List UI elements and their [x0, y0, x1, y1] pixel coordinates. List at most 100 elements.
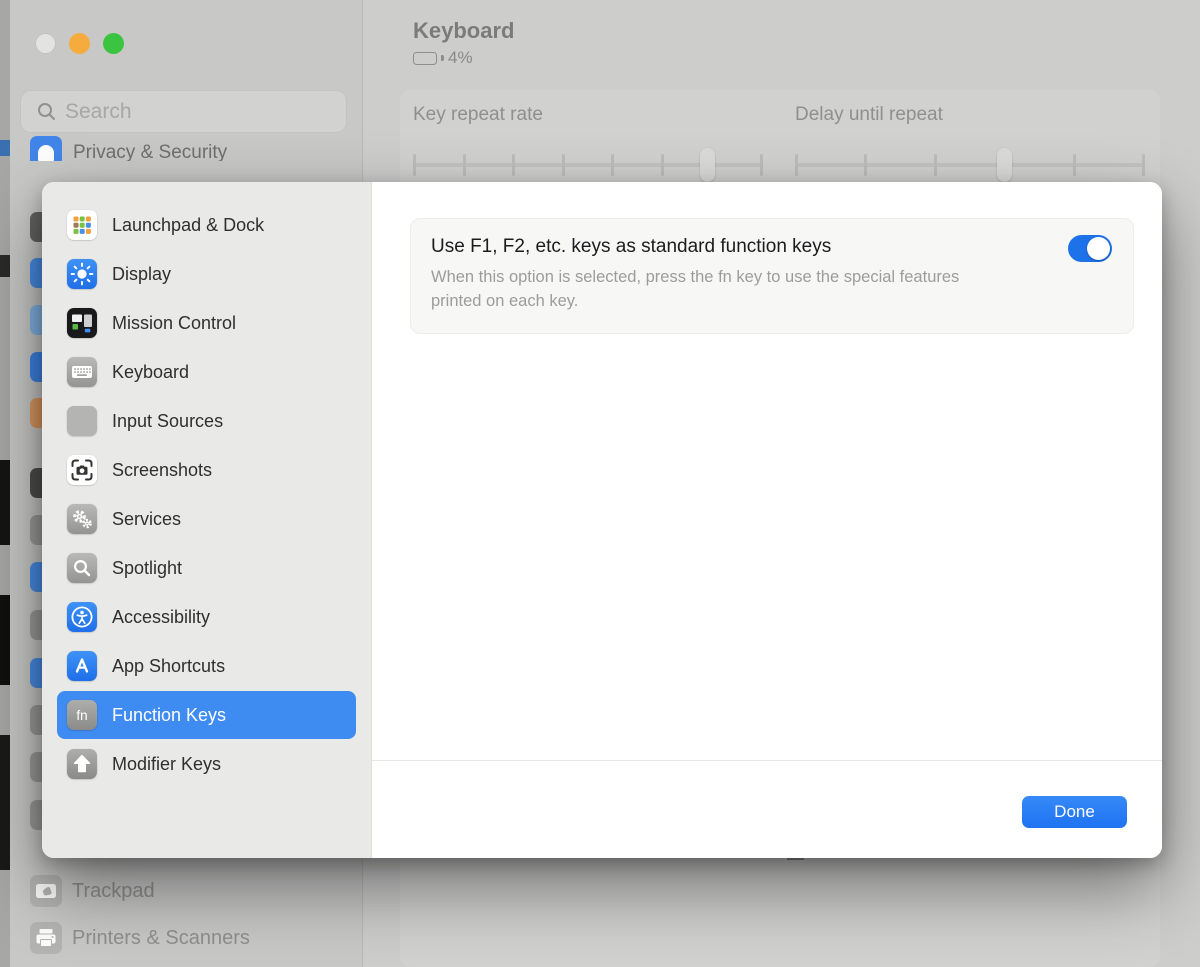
battery-percent: 4% — [448, 48, 473, 68]
slider-tick — [795, 154, 798, 176]
desktop-edge — [0, 0, 10, 967]
slider-tick — [760, 154, 763, 176]
function-keys-icon: fn — [67, 700, 97, 730]
slider-tick — [661, 154, 664, 176]
minimize-button[interactable] — [69, 33, 90, 54]
key-repeat-rate-slider[interactable] — [413, 147, 763, 183]
launchpad-icon — [67, 210, 97, 240]
sheet-item-label: Launchpad & Dock — [112, 215, 264, 236]
slider-tick — [864, 154, 867, 176]
slider-tick — [463, 154, 466, 176]
keyboard-battery-status: 4% — [413, 48, 473, 68]
sidebar-app-icon-clipped — [30, 258, 42, 288]
sheet-item-label: Services — [112, 509, 181, 530]
sidebar-app-icon-clipped — [30, 212, 42, 242]
slider-tick — [512, 154, 515, 176]
close-button[interactable] — [35, 33, 56, 54]
sheet-item-modifier-keys[interactable]: Modifier Keys — [57, 740, 356, 788]
svg-text:fn: fn — [76, 708, 87, 723]
sheet-item-input-sources[interactable]: Input Sources — [57, 397, 356, 445]
sheet-item-accessibility[interactable]: Accessibility — [57, 593, 356, 641]
sheet-item-app-shortcuts[interactable]: App Shortcuts — [57, 642, 356, 690]
sidebar-app-icon-clipped — [30, 752, 42, 782]
sheet-item-label: Modifier Keys — [112, 754, 221, 775]
screenshots-icon — [67, 455, 97, 485]
sidebar-app-icon-clipped — [30, 610, 42, 640]
sidebar-app-icon-clipped — [30, 515, 42, 545]
keyboard-icon — [67, 357, 97, 387]
search-input[interactable]: Search — [20, 90, 347, 133]
sheet-item-function-keys[interactable]: fn Function Keys — [57, 691, 356, 739]
search-placeholder: Search — [65, 100, 132, 124]
sheet-item-spotlight[interactable]: Spotlight — [57, 544, 356, 592]
mission-control-icon — [67, 308, 97, 338]
sidebar-item-label: Printers & Scanners — [72, 927, 250, 950]
sheet-footer: Done — [372, 760, 1162, 858]
sidebar-item-privacy-security-clipped[interactable]: Privacy & Security — [30, 136, 350, 161]
battery-icon — [413, 52, 437, 65]
key-repeat-rate-label: Key repeat rate — [413, 104, 543, 126]
spotlight-icon — [67, 553, 97, 583]
sidebar-app-icon-clipped — [30, 800, 42, 830]
display-icon — [67, 259, 97, 289]
printer-icon — [30, 922, 62, 954]
shortcuts-category-list: Launchpad & Dock Display Mission Control Ke… — [42, 182, 372, 858]
page-title: Keyboard — [413, 18, 514, 44]
sidebar-item-trackpad[interactable]: Trackpad — [30, 875, 155, 907]
sheet-item-label: Mission Control — [112, 313, 236, 334]
slider-tick — [1142, 154, 1145, 176]
toggle-knob — [1087, 237, 1110, 260]
sheet-item-launchpad-dock[interactable]: Launchpad & Dock — [57, 201, 356, 249]
slider-tick — [562, 154, 565, 176]
sidebar-app-icon-clipped — [30, 705, 42, 735]
sidebar-app-icon-clipped — [30, 658, 42, 688]
setting-title: Use F1, F2, etc. keys as standard functi… — [431, 236, 1113, 258]
sheet-item-mission-control[interactable]: Mission Control — [57, 299, 356, 347]
sheet-item-label: Accessibility — [112, 607, 210, 628]
sheet-item-label: Keyboard — [112, 362, 189, 383]
function-keys-card: Use F1, F2, etc. keys as standard functi… — [410, 218, 1134, 334]
accessibility-icon — [67, 602, 97, 632]
privacy-security-icon — [30, 136, 62, 161]
desktop-patch — [0, 140, 10, 156]
function-keys-toggle[interactable] — [1068, 235, 1112, 262]
sidebar-app-icon-clipped — [30, 352, 42, 382]
services-icon — [67, 504, 97, 534]
delay-until-repeat-slider[interactable] — [795, 147, 1145, 183]
sheet-item-display[interactable]: Display — [57, 250, 356, 298]
zoom-button[interactable] — [103, 33, 124, 54]
sheet-item-screenshots[interactable]: Screenshots — [57, 446, 356, 494]
trackpad-icon — [30, 875, 62, 907]
sidebar-item-label: Privacy & Security — [73, 140, 227, 161]
desktop-patch — [0, 595, 10, 685]
sidebar-app-icon-clipped — [30, 398, 42, 428]
slider-handle[interactable] — [997, 148, 1012, 182]
sidebar-item-label: Trackpad — [72, 880, 155, 903]
sheet-item-label: Screenshots — [112, 460, 212, 481]
function-keys-panel: Use F1, F2, etc. keys as standard functi… — [372, 182, 1162, 858]
done-button[interactable]: Done — [1022, 796, 1127, 828]
slider-tick — [413, 154, 416, 176]
sheet-item-label: Spotlight — [112, 558, 182, 579]
sheet-item-label: App Shortcuts — [112, 656, 225, 677]
search-icon — [37, 102, 56, 121]
keyboard-shortcuts-sheet: Launchpad & Dock Display Mission Control Ke… — [42, 182, 1162, 858]
desktop-patch — [0, 735, 10, 870]
sidebar-app-icon-clipped — [30, 305, 42, 335]
sidebar-app-icon-clipped — [30, 468, 42, 498]
sheet-item-label: Function Keys — [112, 705, 226, 726]
sheet-item-services[interactable]: Services — [57, 495, 356, 543]
slider-tick — [611, 154, 614, 176]
setting-description: When this option is selected, press the … — [431, 266, 1006, 314]
sidebar-item-printers-scanners[interactable]: Printers & Scanners — [30, 922, 250, 954]
slider-tick — [934, 154, 937, 176]
modifier-keys-icon — [67, 749, 97, 779]
sheet-item-keyboard[interactable]: Keyboard — [57, 348, 356, 396]
slider-tick — [1073, 154, 1076, 176]
window-controls — [35, 33, 124, 54]
sheet-item-label: Input Sources — [112, 411, 223, 432]
slider-handle[interactable] — [700, 148, 715, 182]
slider-track — [795, 163, 1145, 167]
battery-icon-nub — [441, 55, 444, 61]
sheet-item-label: Display — [112, 264, 171, 285]
